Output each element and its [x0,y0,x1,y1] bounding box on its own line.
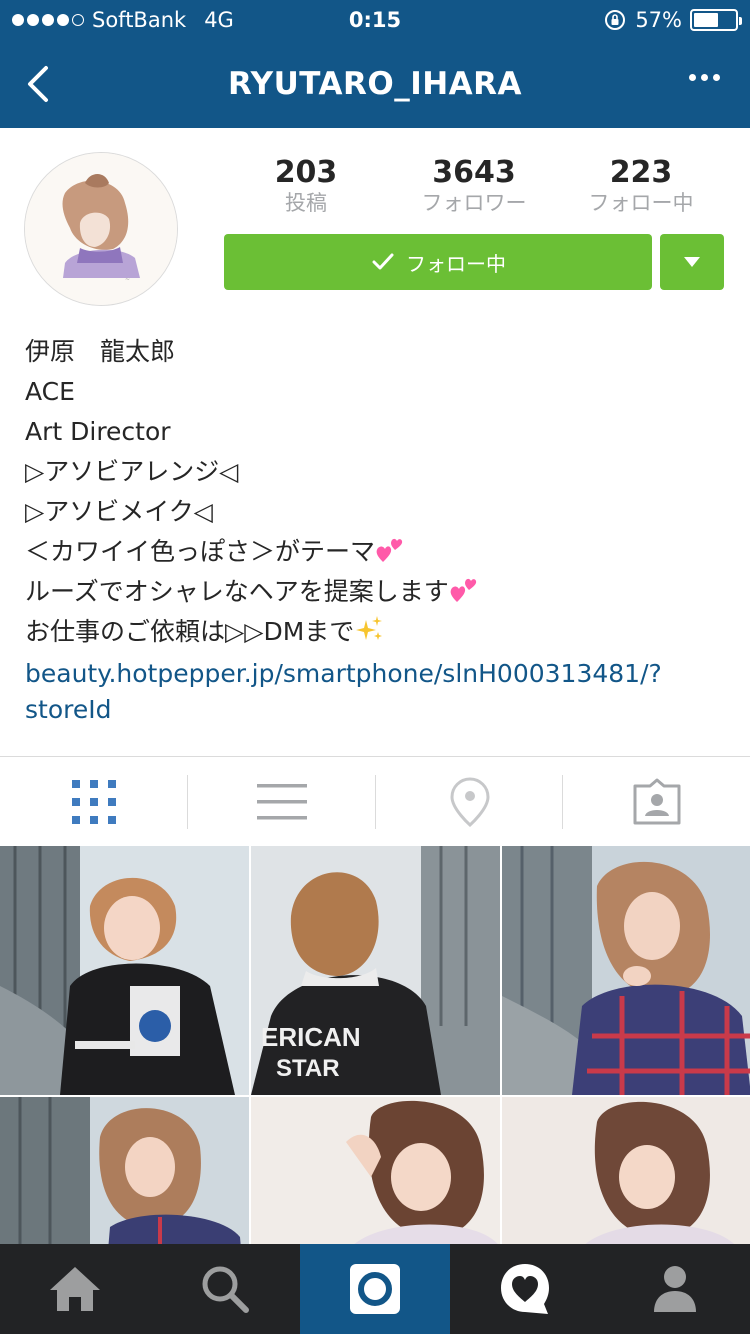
website-link-line2: storeId [25,695,112,724]
stat-label: フォロー中 [588,191,694,215]
photo-thumbnail[interactable]: ERICAN STAR [251,846,500,1095]
tab-home[interactable] [0,1244,150,1334]
followers-count[interactable]: 3643 フォロワー [394,156,554,216]
status-bar: SoftBank 4G 0:15 57% [0,0,750,40]
bio-line: ▷アソビアレンジ◁ [25,457,239,486]
dropdown-arrow-icon [684,257,700,267]
profile-avatar[interactable]: ~ [24,152,178,306]
battery-icon [690,9,742,31]
status-right: 57% [603,8,742,32]
more-options-icon[interactable] [689,74,720,81]
checkmark-icon [372,253,394,270]
photo-thumbnail[interactable] [0,846,249,1095]
profile-stats: 203 投稿 3643 フォロワー 223 フォロー中 [224,156,724,220]
tab-tagged-photos[interactable] [563,757,750,847]
profile-username-title: RYUTARO_IHARA [227,66,523,102]
camera-icon [350,1264,400,1314]
bio-line-text: お仕事のご依頼は▷▷DMまで [25,617,355,646]
tab-grid-view[interactable] [0,757,187,847]
following-button-label: フォロー中 [406,251,506,276]
tab-photo-map[interactable] [376,757,563,847]
following-button[interactable]: フォロー中 [224,234,652,290]
bottom-tab-bar [0,1244,750,1334]
tab-list-view[interactable] [188,757,375,847]
bio-line-text: ルーズでオシャレなヘアを提案します [25,577,449,606]
list-icon [256,784,307,820]
svg-text:ERICAN: ERICAN [261,1022,361,1052]
photo-thumbnail[interactable] [502,846,750,1095]
stat-value: 223 [609,155,673,190]
sparkles-emoji-icon [356,616,383,640]
tab-activity[interactable] [450,1244,600,1334]
search-icon [202,1266,249,1313]
website-link[interactable]: beauty.hotpepper.jp/smartphone/slnH00031… [25,656,725,728]
stat-label: 投稿 [285,191,327,215]
two-hearts-emoji-icon [450,578,476,602]
photo-thumbnail[interactable] [0,1097,249,1246]
nav-bar: RYUTARO_IHARA [0,40,750,128]
stat-value: 3643 [432,155,516,190]
bio-line-with-emoji: ＜カワイイ色っぽさ＞がテーマ [25,532,725,572]
posts-count[interactable]: 203 投稿 [226,156,386,216]
profile-icon [654,1266,696,1312]
bio-line: ▷アソビメイク◁ [25,497,213,526]
activity-heart-icon [501,1264,549,1314]
rotation-lock-icon [605,10,626,30]
tab-search[interactable] [150,1244,300,1334]
profile-bio: 伊原 龍太郎 ACE Art Director ▷アソビアレンジ◁ ▷アソビメイ… [25,332,725,728]
bio-line-with-emoji: お仕事のご依頼は▷▷DMまで [25,612,725,652]
avatar-illustration: ~ [25,153,177,305]
following-count[interactable]: 223 フォロー中 [561,156,721,216]
profile-view-tabs [0,756,750,846]
home-icon [50,1267,100,1311]
grid-icon [71,780,116,824]
svg-text:STAR: STAR [276,1055,340,1082]
suggested-dropdown-button[interactable] [660,234,724,290]
bio-line: Art Director [25,417,171,446]
stat-label: フォロワー [421,191,527,215]
bio-name: 伊原 龍太郎 [25,337,176,366]
two-hearts-emoji-icon [376,538,403,562]
tab-profile[interactable] [600,1244,750,1334]
photo-thumbnail[interactable] [502,1097,750,1246]
top-bar: SoftBank 4G 0:15 57% RYUTARO_IHARA [0,0,750,128]
tagged-photos-icon [633,778,680,825]
photo-thumbnail[interactable] [251,1097,500,1246]
photo-grid: ERICAN STAR [0,846,750,1246]
tab-camera[interactable] [300,1244,450,1334]
bio-line: ACE [25,377,75,406]
bio-line-text: ＜カワイイ色っぽさ＞がテーマ [25,537,376,566]
svg-text:~: ~ [125,276,130,283]
bio-line-with-emoji: ルーズでオシャレなヘアを提案します [25,572,725,612]
website-link-line1: beauty.hotpepper.jp/smartphone/slnH00031… [25,659,662,688]
location-pin-icon [449,777,490,827]
stat-value: 203 [274,155,338,190]
battery-percent: 57% [635,8,682,32]
